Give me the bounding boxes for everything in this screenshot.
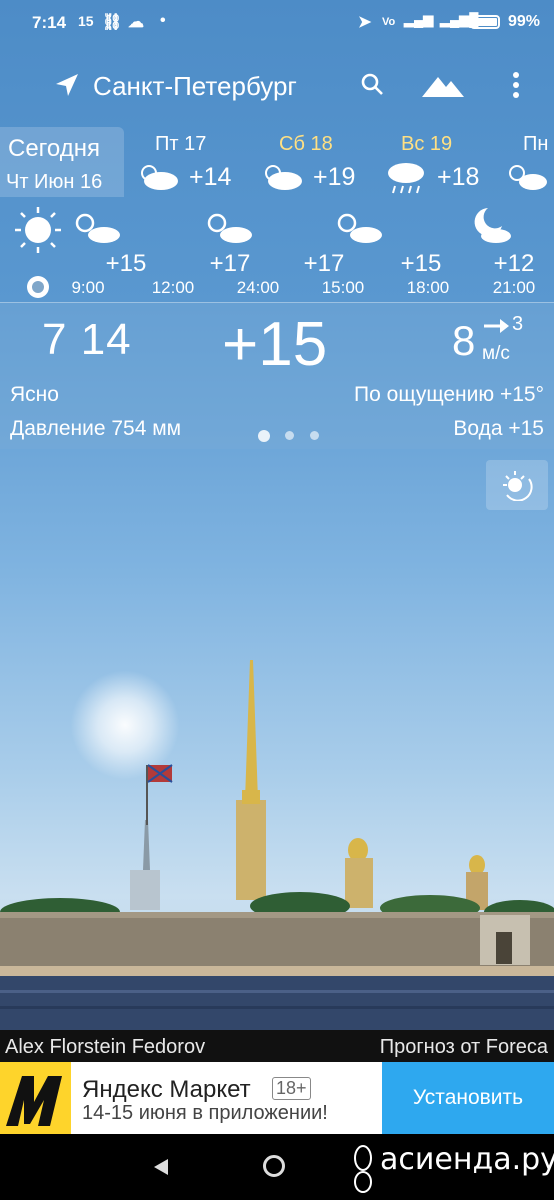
- age-badge: 18+: [272, 1077, 311, 1100]
- ad-title: Яндекс Маркет: [82, 1076, 251, 1103]
- cloudy-icon: [141, 165, 178, 190]
- hourly-time: 21:00: [492, 278, 536, 297]
- hourly-temp: +17: [209, 250, 251, 277]
- tab-today[interactable]: Сегодня Чт Июн 16: [0, 127, 124, 197]
- hourly-temp: +15: [400, 250, 442, 277]
- wind-speed: 8: [452, 317, 476, 364]
- hourly-time: 18:00: [406, 278, 450, 297]
- day-name: Вс 19: [401, 133, 453, 155]
- hourly-time: 24:00: [236, 278, 280, 297]
- hourly-time: 15:00: [321, 278, 365, 297]
- page-dot: [309, 431, 319, 441]
- pressure-text: Давление 754 мм: [10, 417, 182, 440]
- volte-icon: Vo: [382, 16, 396, 28]
- photo-credits-bar: Alex Florstein Fedorov Прогноз от Foreca: [0, 1030, 554, 1062]
- today-date: Чт Июн 16: [6, 171, 103, 193]
- day-temp: +19: [313, 163, 356, 191]
- partly-cloudy-icon: [207, 213, 252, 243]
- today-label: Сегодня: [8, 135, 100, 162]
- page-dot-active: [258, 429, 270, 442]
- photo-author[interactable]: Alex Florstein Fedorov: [5, 1036, 205, 1059]
- current-temperature: +15: [222, 310, 328, 379]
- signal-4g-icon: ▂▄▆: [404, 12, 434, 27]
- day-temp: +14: [189, 163, 232, 191]
- link-icon: ⛓: [102, 14, 123, 31]
- partly-cloudy-icon: [509, 165, 547, 190]
- fortress-skyline-image: [0, 660, 554, 1030]
- hourly-temp: +17: [303, 250, 345, 277]
- partly-cloudy-icon: [75, 213, 120, 243]
- status-bar: 7:14 15 ⛓ ☁ • ➤ Vo ▂▄▆ ▂▄▆█ 99%: [0, 0, 554, 44]
- background-photo: 7:14 15 ⛓ ☁ • ➤ Vo ▂▄▆ ▂▄▆█ 99% Санкт-Пе…: [0, 0, 554, 1030]
- day-name: Сб 18: [279, 133, 333, 155]
- hourly-temp: +15: [105, 250, 147, 277]
- rain-icon: [388, 163, 424, 194]
- status-time: 7:14: [32, 13, 67, 32]
- page-indicator: [258, 427, 330, 445]
- back-icon[interactable]: [152, 1157, 170, 1177]
- forecast-source[interactable]: Прогноз от Foreca: [380, 1036, 548, 1059]
- day-temp: +18: [437, 163, 480, 191]
- battery-icon: [470, 15, 500, 29]
- current-time-marker: [27, 276, 49, 298]
- wind-direction-icon: [484, 319, 509, 333]
- hourly-time: 9:00: [71, 278, 105, 297]
- system-nav-bar: асиенда.ру: [0, 1134, 554, 1200]
- location-arrow-icon[interactable]: [54, 72, 80, 98]
- water-temp-text: Вода +15: [453, 417, 544, 440]
- hourly-time: 12:00: [151, 278, 195, 297]
- page-dot: [285, 431, 295, 441]
- ad-banner[interactable]: Яндекс Маркет 18+ 14-15 июня в приложени…: [0, 1062, 554, 1134]
- yandex-market-logo: [0, 1062, 71, 1134]
- hourly-temp: +12: [493, 250, 535, 277]
- install-button[interactable]: Установить: [382, 1062, 554, 1134]
- day-name: Пт 17: [155, 133, 207, 155]
- wind-unit: м/с: [482, 343, 510, 364]
- app-header: Санкт-Петербург: [0, 55, 554, 115]
- landscape-icon[interactable]: [422, 71, 464, 99]
- daily-forecast-strip: Сегодня Чт Июн 16 Пт 17 +14 Сб 18 +19 Вс…: [0, 127, 554, 199]
- wind-gust: 3: [512, 313, 524, 335]
- clear-sun-icon: [15, 207, 61, 253]
- cloudy-icon: [265, 165, 302, 190]
- search-icon[interactable]: [360, 72, 384, 96]
- cloud-sync-icon: ☁: [128, 14, 144, 31]
- feels-like-text: По ощущению +15°: [354, 383, 544, 406]
- day-name: Пн: [523, 133, 549, 155]
- home-icon[interactable]: [263, 1155, 285, 1177]
- location-status-icon: ➤: [358, 14, 372, 31]
- partly-cloudy-icon: [337, 213, 382, 243]
- more-menu-icon[interactable]: [508, 70, 524, 100]
- status-dot: •: [160, 12, 166, 29]
- current-conditions-panel[interactable]: 7 14 +15 8 3 м/с Ясно По ощущению +15° Д…: [0, 302, 554, 449]
- status-extra: 15: [78, 13, 94, 29]
- watermark-logo-icon: [354, 1145, 372, 1193]
- battery-level: 99%: [508, 13, 541, 30]
- sun-orbit-icon: [503, 471, 533, 501]
- city-name[interactable]: Санкт-Петербург: [93, 71, 297, 102]
- sun-position-button[interactable]: [486, 460, 548, 510]
- moon-cloud-icon: [474, 208, 511, 243]
- ad-subtitle: 14-15 июня в приложении!: [82, 1102, 328, 1124]
- watermark-text: асиенда.ру: [380, 1142, 554, 1177]
- current-time: 7 14: [42, 315, 132, 364]
- condition-text: Ясно: [10, 383, 59, 406]
